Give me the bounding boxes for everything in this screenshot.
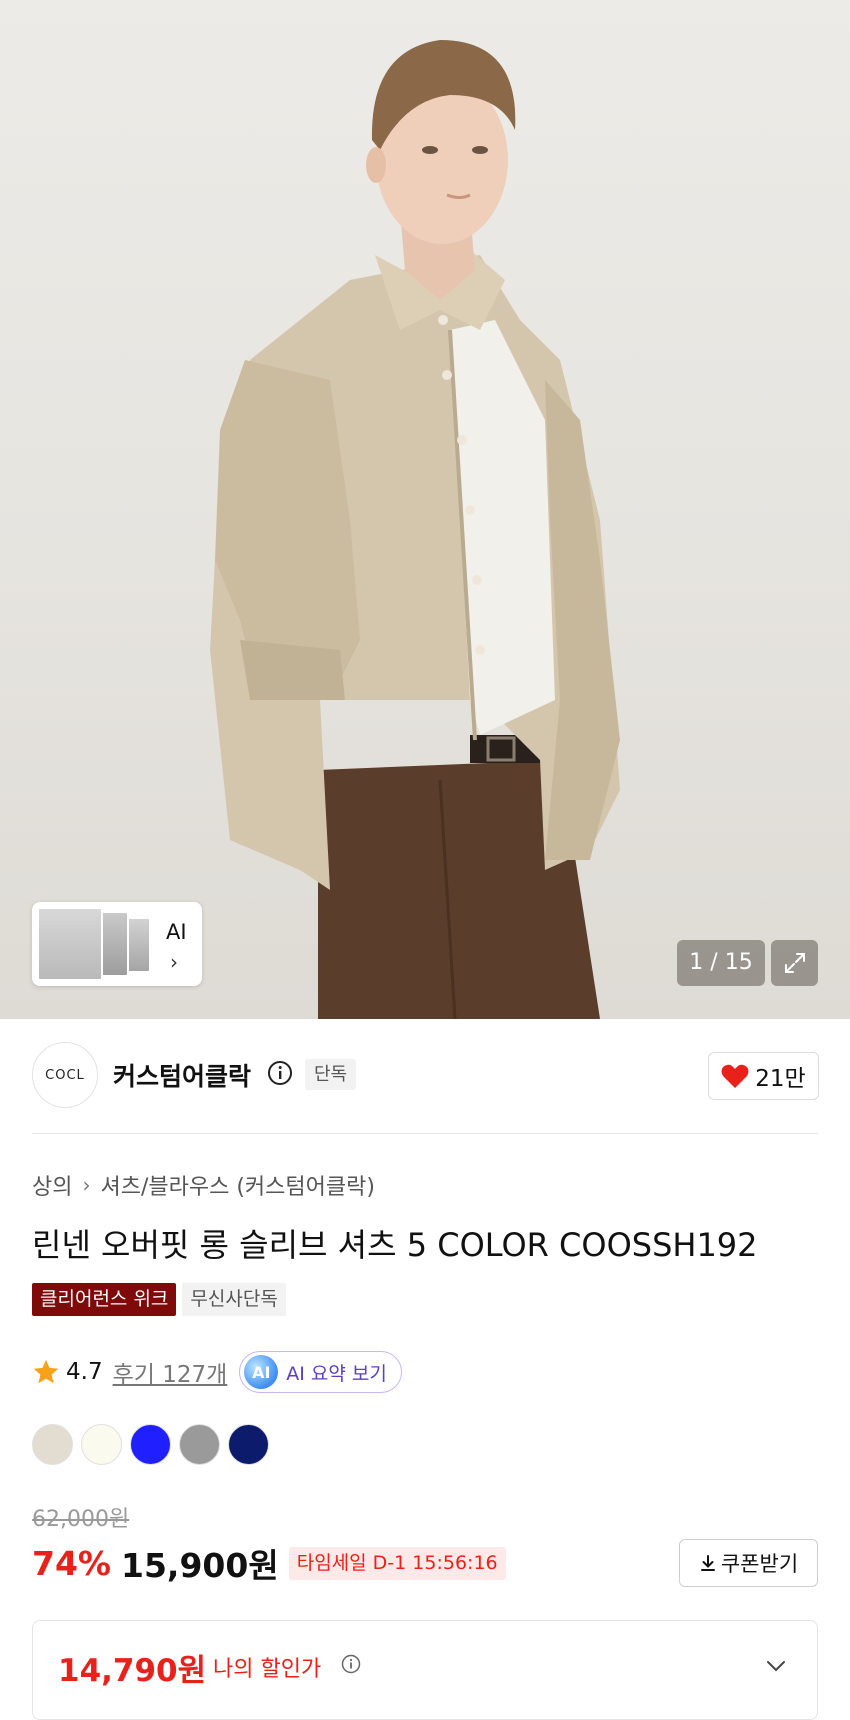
product-photo bbox=[210, 40, 620, 1019]
color-swatches bbox=[32, 1424, 269, 1465]
product-image-gallery[interactable]: AI › 1 / 15 bbox=[0, 0, 850, 1019]
price-row: 74% 15,900원 타임세일 D-1 15:56:16 bbox=[32, 1540, 506, 1586]
ai-thumb-label: AI bbox=[166, 920, 187, 944]
breadcrumb: 상의 › 셔츠/블라우스 (커스텀어클락) bbox=[32, 1169, 375, 1201]
product-tags: 클리어런스 위크 무신사단독 bbox=[32, 1283, 286, 1316]
heart-icon bbox=[721, 1064, 749, 1088]
divider bbox=[32, 1133, 818, 1134]
discount-rate: 74% bbox=[32, 1543, 111, 1583]
info-icon[interactable] bbox=[341, 1654, 361, 1678]
my-discount-label: 나의 할인가 bbox=[213, 1657, 322, 1682]
download-icon bbox=[700, 1555, 715, 1571]
tag-exclusive: 무신사단독 bbox=[182, 1283, 286, 1316]
color-swatch[interactable] bbox=[179, 1424, 220, 1465]
breadcrumb-item-subcategory[interactable]: 셔츠/블라우스 (커스텀어클락) bbox=[100, 1169, 374, 1201]
breadcrumb-item-category[interactable]: 상의 bbox=[32, 1169, 72, 1201]
ai-summary-label: AI 요약 보기 bbox=[286, 1362, 387, 1385]
chevron-right-icon: › bbox=[82, 1173, 91, 1197]
chevron-down-icon[interactable] bbox=[763, 1653, 789, 1683]
star-icon bbox=[33, 1359, 59, 1384]
my-discount-price: 14,790원 bbox=[58, 1653, 207, 1689]
original-price: 62,000원 bbox=[32, 1507, 130, 1532]
coupon-download-button[interactable]: 쿠폰받기 bbox=[679, 1539, 818, 1587]
my-price-panel[interactable]: 14,790원 나의 할인가 bbox=[32, 1620, 818, 1720]
rating-score: 4.7 bbox=[66, 1359, 103, 1385]
info-icon[interactable] bbox=[267, 1060, 293, 1090]
ai-summary-button[interactable]: AI AI 요약 보기 bbox=[239, 1351, 402, 1393]
ai-lookbook-thumbnail[interactable]: AI › bbox=[32, 902, 202, 986]
chevron-right-icon: › bbox=[170, 950, 178, 974]
color-swatch[interactable] bbox=[130, 1424, 171, 1465]
ai-icon: AI bbox=[244, 1355, 279, 1389]
like-count: 21만 bbox=[755, 1066, 806, 1092]
exclusive-badge: 단독 bbox=[305, 1059, 357, 1090]
brand-name[interactable]: 커스텀어클락 bbox=[113, 1057, 251, 1093]
coupon-label: 쿠폰받기 bbox=[720, 1552, 799, 1576]
image-counter: 1 / 15 bbox=[677, 940, 765, 986]
color-swatch[interactable] bbox=[81, 1424, 122, 1465]
review-count-link[interactable]: 후기 127개 bbox=[113, 1355, 228, 1389]
sale-price: 15,900원 bbox=[121, 1546, 279, 1585]
brand-logo[interactable]: COCL bbox=[32, 1042, 98, 1108]
rating-row: 4.7 후기 127개 AI AI 요약 보기 bbox=[32, 1350, 402, 1394]
color-swatch[interactable] bbox=[32, 1424, 73, 1465]
thumbnail-stack bbox=[37, 907, 157, 981]
product-title: 린넨 오버핏 롱 슬리브 셔츠 5 COLOR COOSSH192 bbox=[32, 1226, 758, 1264]
tag-clearance: 클리어런스 위크 bbox=[32, 1283, 177, 1316]
time-sale-badge: 타임세일 D-1 15:56:16 bbox=[288, 1546, 506, 1580]
like-button[interactable]: 21만 bbox=[708, 1052, 819, 1100]
brand-row: COCL 커스텀어클락 단독 21만 bbox=[0, 1019, 850, 1133]
expand-icon[interactable] bbox=[771, 940, 818, 986]
color-swatch[interactable] bbox=[228, 1424, 269, 1465]
